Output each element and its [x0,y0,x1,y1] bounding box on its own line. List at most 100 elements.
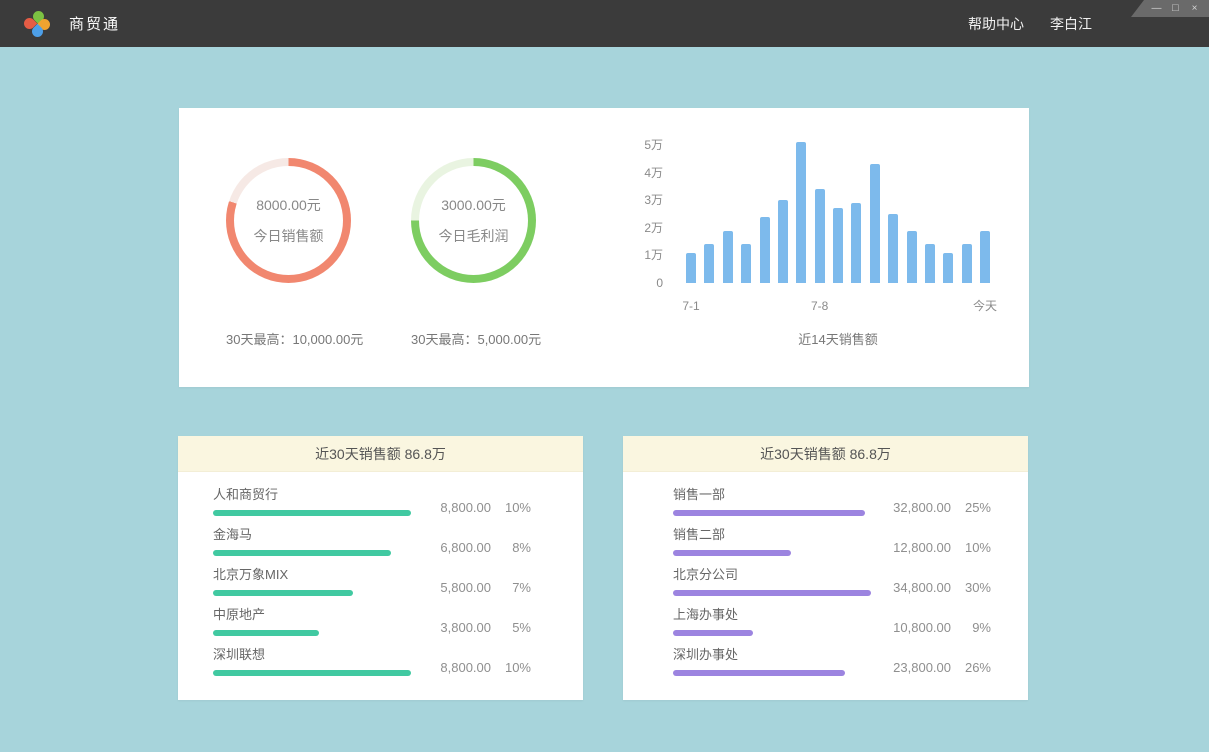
rank-row: 销售一部 32,800.00 25% [673,487,991,516]
today-sales-value: 8000.00元 [256,195,321,215]
rank-row-label: 中原地产 [213,607,413,623]
rank-row-amount: 10,800.00 [881,620,951,636]
rank-row-label: 人和商贸行 [213,487,413,503]
chart-bar [943,253,953,283]
chart-bar [980,231,990,283]
chart-bar [870,164,880,283]
close-button[interactable]: × [1189,1,1200,16]
today-sales-max-caption: 30天最高：10,000.00元 [226,329,351,348]
rank-row-amount: 32,800.00 [881,500,951,516]
minimize-button[interactable]: — [1151,1,1162,16]
x-tick-label: 7-1 [682,298,699,314]
user-menu[interactable]: 李白江 [1050,14,1092,34]
rank-row: 人和商贸行 8,800.00 10% [213,487,531,516]
customer-ranking-card: 近30天销售额 86.8万 人和商贸行 8,800.00 10% 金海马 6,8… [178,436,583,700]
rank-row-amount: 34,800.00 [881,580,951,596]
customer-ranking-list: 人和商贸行 8,800.00 10% 金海马 6,800.00 8% 北京万象M… [178,472,583,676]
y-tick-label: 5万 [633,137,663,153]
department-ranking-title: 近30天销售额 86.8万 [760,444,891,464]
rank-row-amount: 8,800.00 [421,660,491,676]
rank-row: 金海马 6,800.00 8% [213,527,531,556]
rank-row-amount: 3,800.00 [421,620,491,636]
rank-row-percent: 26% [951,660,991,676]
rank-row-percent: 8% [491,540,531,556]
today-profit-max-caption: 30天最高：5,000.00元 [411,329,536,348]
chart-title: 近14天销售额 [798,329,877,348]
rank-row-percent: 10% [491,660,531,676]
customer-ranking-header: 近30天销售额 86.8万 [178,436,583,472]
chart-bar [704,244,714,283]
today-sales-label: 今日销售额 [254,226,324,246]
rank-row-bar [673,510,865,516]
rank-row: 北京分公司 34,800.00 30% [673,567,991,596]
rank-row: 销售二部 12,800.00 10% [673,527,991,556]
rank-row-percent: 7% [491,580,531,596]
rank-row-label: 销售二部 [673,527,873,543]
y-tick-label: 1万 [633,247,663,263]
rank-row-label: 金海马 [213,527,413,543]
rank-row-bar [213,590,353,596]
chart-y-axis: 5万 4万 3万 2万 1万 0 [633,137,663,291]
app-title: 商贸通 [69,13,120,34]
rank-row-bar [213,550,391,556]
rank-row-amount: 12,800.00 [881,540,951,556]
rank-row-bar [213,670,411,676]
rank-row-percent: 30% [951,580,991,596]
chart-bar [815,189,825,283]
window-controls: — □ × [1131,0,1209,17]
rank-row-amount: 8,800.00 [421,500,491,516]
x-tick-label: 今天 [973,298,997,314]
rank-row-amount: 5,800.00 [421,580,491,596]
chart-plot-area [686,145,990,283]
today-profit-value: 3000.00元 [441,195,506,215]
department-ranking-card: 近30天销售额 86.8万 销售一部 32,800.00 25% 销售二部 12… [623,436,1028,700]
maximize-button[interactable]: □ [1170,1,1181,16]
today-profit-gauge: 3000.00元 今日毛利润 30天最高：5,000.00元 [411,158,536,348]
department-ranking-header: 近30天销售额 86.8万 [623,436,1028,472]
chart-bar [741,244,751,283]
rank-row-label: 北京分公司 [673,567,873,583]
today-sales-gauge: 8000.00元 今日销售额 30天最高：10,000.00元 [226,158,351,348]
customer-ranking-title: 近30天销售额 86.8万 [315,444,446,464]
rank-row-percent: 9% [951,620,991,636]
chart-bar [925,244,935,283]
rank-row-percent: 10% [951,540,991,556]
today-profit-label: 今日毛利润 [439,226,509,246]
rank-row: 上海办事处 10,800.00 9% [673,607,991,636]
rank-row: 深圳办事处 23,800.00 26% [673,647,991,676]
today-sales-donut-ring: 8000.00元 今日销售额 [226,158,351,283]
rank-row-amount: 6,800.00 [421,540,491,556]
rank-row: 深圳联想 8,800.00 10% [213,647,531,676]
rank-row-bar [673,670,845,676]
chart-bar [962,244,972,283]
chart-bar [686,253,696,283]
help-center-link[interactable]: 帮助中心 [968,14,1024,34]
chart-bar [851,203,861,283]
rank-row-percent: 5% [491,620,531,636]
app-logo-pinwheel-icon [24,11,50,37]
chart-bar [907,231,917,283]
y-tick-label: 2万 [633,220,663,236]
rank-row-label: 上海办事处 [673,607,873,623]
rank-row-bar [673,630,753,636]
chart-bar [888,214,898,283]
today-profit-donut-ring: 3000.00元 今日毛利润 [411,158,536,283]
y-tick-label: 4万 [633,165,663,181]
y-tick-label: 3万 [633,192,663,208]
department-ranking-list: 销售一部 32,800.00 25% 销售二部 12,800.00 10% 北京… [623,472,1028,676]
sales-14day-bar-chart: 5万 4万 3万 2万 1万 0 近14天销售额 7-1 7-8 今天 [633,136,1013,366]
rank-row-bar [673,550,791,556]
rank-row-percent: 10% [491,500,531,516]
rank-row-percent: 25% [951,500,991,516]
rank-row: 北京万象MIX 5,800.00 7% [213,567,531,596]
chart-bar [796,142,806,283]
y-tick-label: 0 [633,275,663,291]
rank-row-amount: 23,800.00 [881,660,951,676]
chart-bar [760,217,770,283]
today-overview-card: 8000.00元 今日销售额 30天最高：10,000.00元 3000.00元… [179,108,1029,387]
rank-row-bar [213,630,319,636]
rank-row-label: 销售一部 [673,487,873,503]
rank-row-label: 北京万象MIX [213,567,413,583]
x-tick-label: 7-8 [811,298,828,314]
chart-bar [833,208,843,283]
